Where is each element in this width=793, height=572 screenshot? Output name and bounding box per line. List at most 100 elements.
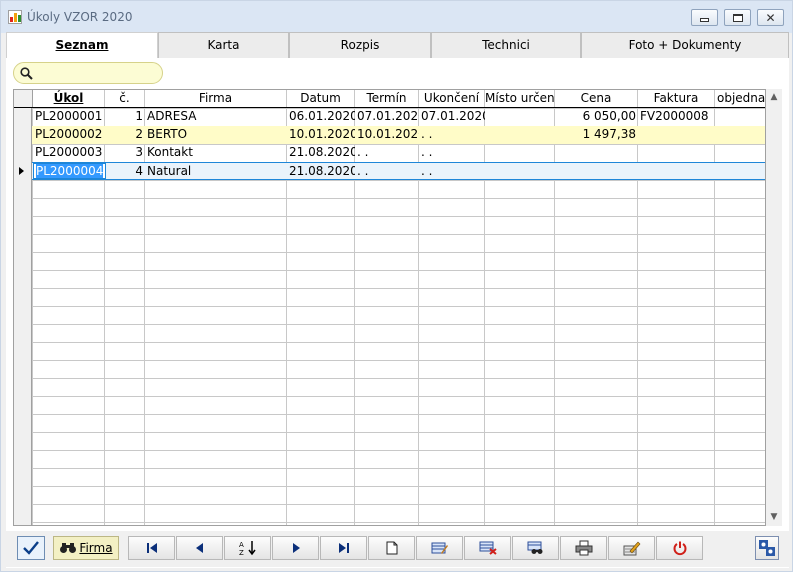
ok-button[interactable] xyxy=(17,536,45,560)
title-bar: Úkoly VZOR 2020 ✕ xyxy=(1,1,792,33)
print-button[interactable] xyxy=(560,536,607,560)
table-row[interactable]: PL2000003 3 Kontakt 21.08.2020 . . . . xyxy=(14,144,765,162)
cell-cislo[interactable]: 1 xyxy=(105,108,145,126)
cell-objednav[interactable] xyxy=(715,108,765,126)
cell-cislo[interactable]: 2 xyxy=(105,126,145,144)
ok-icon xyxy=(23,541,39,555)
column-header-ukol[interactable]: Úkol xyxy=(33,90,105,107)
tab-technici[interactable]: Technici xyxy=(431,32,581,58)
find-record-button[interactable] xyxy=(512,536,559,560)
cell-cislo[interactable]: 3 xyxy=(105,144,145,162)
minimize-button[interactable] xyxy=(691,9,718,26)
maximize-button[interactable] xyxy=(724,9,751,26)
tab-rozpis-label: Rozpis xyxy=(340,38,380,52)
row-selector[interactable] xyxy=(14,108,32,126)
row-selector[interactable] xyxy=(14,144,32,162)
row-selector[interactable] xyxy=(14,162,32,180)
column-header-firma[interactable]: Firma xyxy=(145,90,287,107)
column-header-termin[interactable]: Termín xyxy=(355,90,419,107)
delete-record-button[interactable] xyxy=(464,536,511,560)
last-record-button[interactable] xyxy=(320,536,367,560)
scroll-down-icon[interactable]: ▼ xyxy=(766,509,782,525)
edit-record-button[interactable] xyxy=(416,536,463,560)
cell-termin[interactable]: 07.01.2020 xyxy=(355,108,419,126)
cell-objednav[interactable] xyxy=(715,126,765,144)
cell-ukonceni[interactable]: . . xyxy=(419,163,485,181)
column-header-cislo[interactable]: č. xyxy=(105,90,145,107)
cell-firma[interactable]: Kontakt xyxy=(145,144,287,162)
firma-button-label: Firma xyxy=(79,541,113,555)
cell-misto-urceni[interactable] xyxy=(485,163,555,181)
last-record-icon xyxy=(338,543,349,553)
previous-record-button[interactable] xyxy=(176,536,223,560)
cell-ukonceni[interactable]: . . xyxy=(419,144,485,162)
exit-button[interactable] xyxy=(656,536,703,560)
cell-termin[interactable]: 10.01.2020 xyxy=(355,126,419,144)
cell-objednav[interactable] xyxy=(715,144,765,162)
settings-button[interactable] xyxy=(755,536,779,560)
cell-faktura[interactable] xyxy=(638,163,715,181)
firma-button[interactable]: Firma xyxy=(53,536,119,560)
new-record-button[interactable] xyxy=(368,536,415,560)
print-icon xyxy=(575,540,592,556)
cell-objednav[interactable] xyxy=(715,163,765,181)
cell-ukol[interactable]: PL2000002 xyxy=(33,126,105,144)
column-header-ukonceni[interactable]: Ukončení xyxy=(419,90,485,107)
cell-termin[interactable]: . . xyxy=(355,144,419,162)
cell-ukonceni[interactable]: 07.01.2020 xyxy=(419,108,485,126)
search-icon xyxy=(20,67,33,80)
first-record-button[interactable] xyxy=(128,536,175,560)
cell-misto-urceni[interactable] xyxy=(485,144,555,162)
cell-faktura[interactable] xyxy=(638,126,715,144)
tab-rozpis[interactable]: Rozpis xyxy=(289,32,431,58)
scroll-up-icon[interactable]: ▲ xyxy=(766,89,782,105)
list-panel: Úkol č. Firma Datum Termín Ukončení Míst… xyxy=(6,58,789,568)
cell-datum[interactable]: 21.08.2020 xyxy=(287,144,355,162)
search-box[interactable] xyxy=(13,62,163,84)
cell-faktura[interactable]: FV2000008 xyxy=(638,108,715,126)
cell-cena[interactable]: 6 050,00 xyxy=(555,108,638,126)
cell-ukol[interactable]: PL2000003 xyxy=(33,144,105,162)
cell-datum[interactable]: 06.01.2020 xyxy=(287,108,355,126)
table-row[interactable]: PL2000002 2 BERTO 10.01.2020 10.01.2020 … xyxy=(14,126,765,144)
close-button[interactable]: ✕ xyxy=(757,9,784,26)
tab-foto-dokumenty[interactable]: Foto + Dokumenty xyxy=(581,32,789,58)
column-header-datum[interactable]: Datum xyxy=(287,90,355,107)
cell-faktura[interactable] xyxy=(638,144,715,162)
cell-cena[interactable] xyxy=(555,144,638,162)
cell-termin[interactable]: . . xyxy=(355,163,419,181)
tab-karta[interactable]: Karta xyxy=(158,32,289,58)
records-grid[interactable]: Úkol č. Firma Datum Termín Ukončení Míst… xyxy=(13,89,766,526)
sort-button[interactable]: AZ xyxy=(224,536,271,560)
grid-header: Úkol č. Firma Datum Termín Ukončení Míst… xyxy=(14,90,765,108)
cell-cena[interactable] xyxy=(555,163,638,181)
search-input[interactable] xyxy=(38,65,156,81)
current-row-pointer-icon xyxy=(19,167,24,175)
next-record-button[interactable] xyxy=(272,536,319,560)
column-header-faktura[interactable]: Faktura xyxy=(638,90,715,107)
row-selector[interactable] xyxy=(14,126,32,144)
cell-firma[interactable]: Natural xyxy=(145,163,287,181)
column-header-misto-urceni[interactable]: Místo určení xyxy=(485,90,555,107)
cell-misto-urceni[interactable] xyxy=(485,126,555,144)
cell-datum[interactable]: 10.01.2020 xyxy=(287,126,355,144)
cell-misto-urceni[interactable] xyxy=(485,108,555,126)
vertical-scrollbar[interactable]: ▲ ▼ xyxy=(766,89,782,526)
cell-datum[interactable]: 21.08.2020 xyxy=(287,163,355,181)
cell-ukonceni[interactable]: . . xyxy=(419,126,485,144)
app-window: Úkoly VZOR 2020 ✕ Seznam Karta Rozpis Te… xyxy=(0,0,793,572)
cell-cislo[interactable]: 4 xyxy=(105,163,145,181)
previous-record-icon xyxy=(195,543,203,553)
cell-ukol-editing[interactable]: PL2000004 xyxy=(33,163,106,179)
column-header-cena[interactable]: Cena xyxy=(555,90,638,107)
first-record-icon xyxy=(146,543,157,553)
cell-cena[interactable]: 1 497,38 xyxy=(555,126,638,144)
table-row[interactable]: PL2000001 1 ADRESA 06.01.2020 07.01.2020… xyxy=(14,108,765,126)
cell-ukol[interactable]: PL2000001 xyxy=(33,108,105,126)
edit-pen-button[interactable] xyxy=(608,536,655,560)
tab-seznam[interactable]: Seznam xyxy=(6,32,158,59)
cell-firma[interactable]: ADRESA xyxy=(145,108,287,126)
cell-firma[interactable]: BERTO xyxy=(145,126,287,144)
table-row-current[interactable]: PL2000004 4 Natural 21.08.2020 . . . . xyxy=(14,162,765,181)
column-header-objednav[interactable]: objednav xyxy=(715,90,765,107)
